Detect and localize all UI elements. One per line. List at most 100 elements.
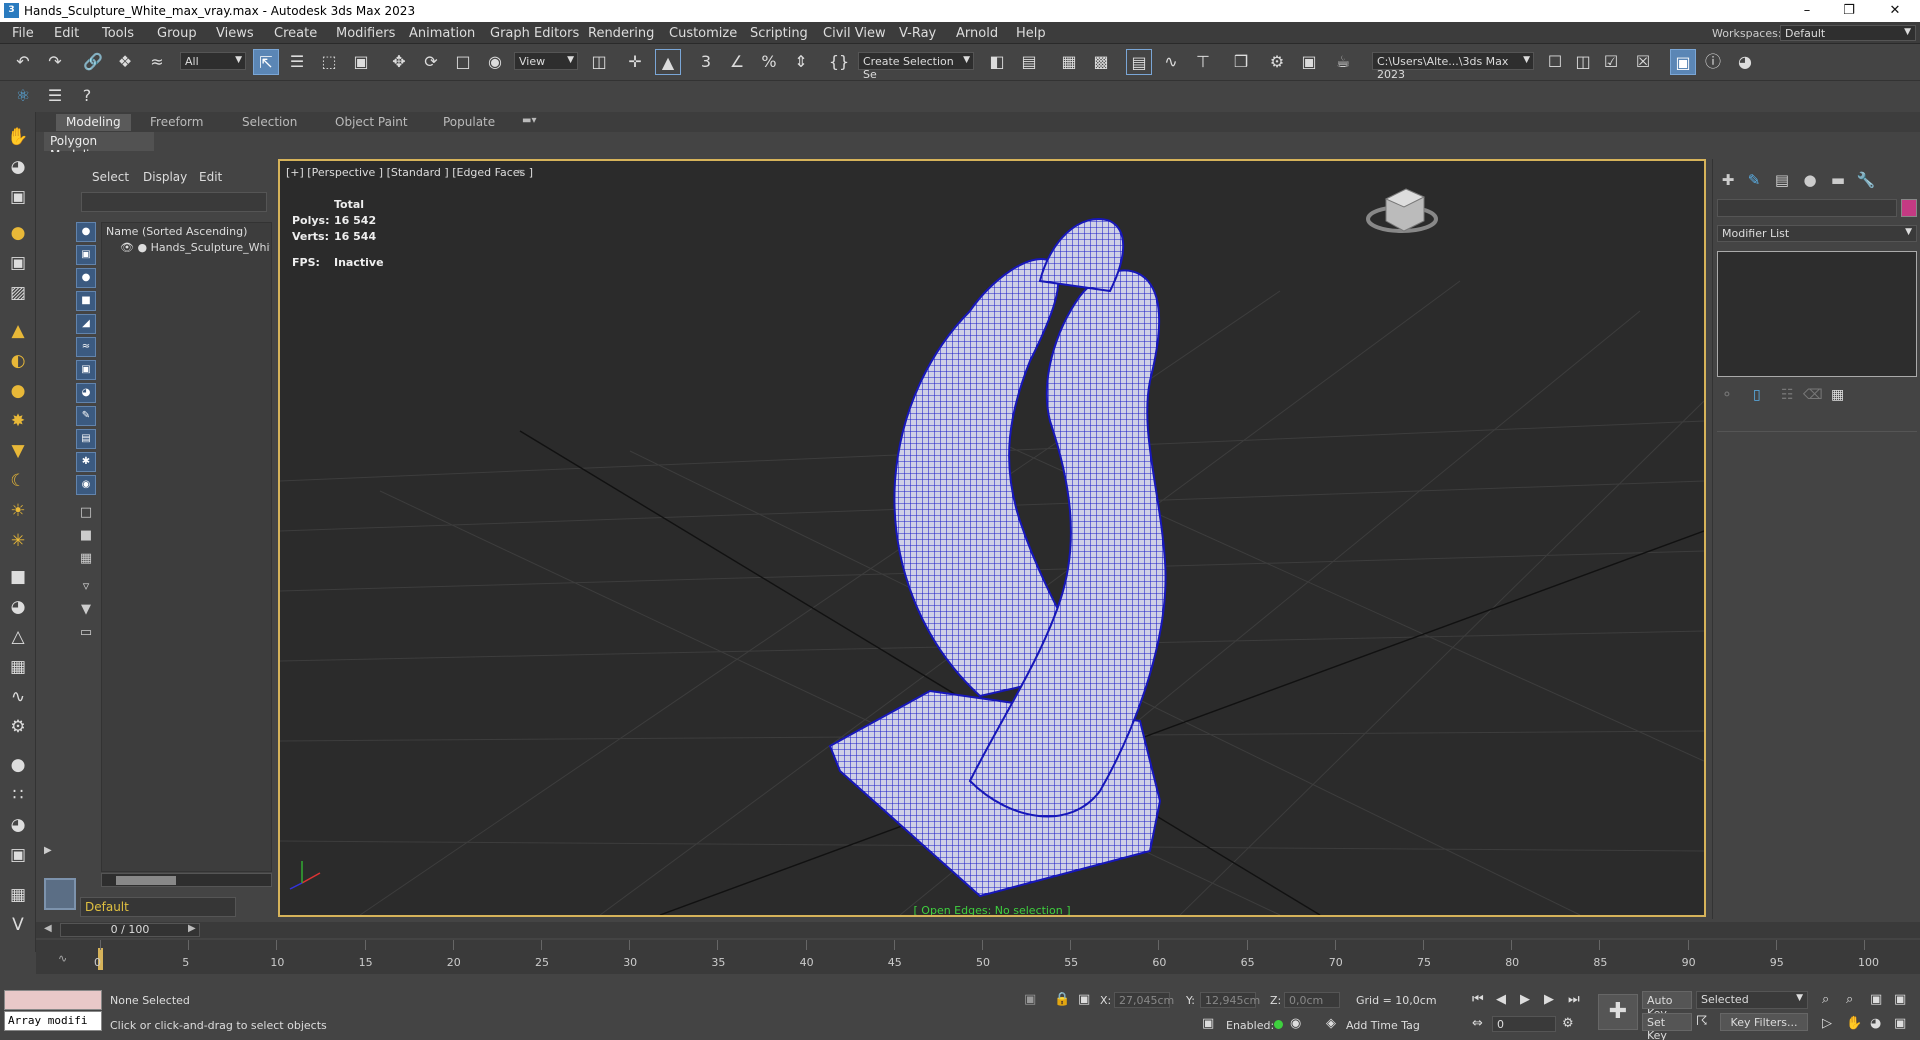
menu-group[interactable]: Group	[157, 26, 197, 41]
make-unique-icon[interactable]: ☷	[1781, 387, 1794, 403]
particles-icon[interactable]: ∷	[5, 782, 31, 808]
grass-icon[interactable]: ∿	[5, 684, 31, 710]
render-cam-icon[interactable]: ▨	[5, 280, 31, 306]
name-column-header[interactable]: Name (Sorted Ascending)	[106, 225, 247, 238]
menu-file[interactable]: File	[12, 26, 34, 41]
play-icon[interactable]: ▶	[1520, 992, 1530, 1007]
geometry-filter-icon[interactable]: ▣	[76, 245, 96, 265]
menu-graph-editors[interactable]: Graph Editors	[490, 26, 579, 41]
menu-create[interactable]: Create	[274, 26, 317, 41]
window-crossing-icon[interactable]: ▣	[348, 49, 374, 75]
layer-explorer-icon[interactable]: ▩	[1088, 49, 1114, 75]
pin-stack-icon[interactable]: ⚬	[1721, 387, 1733, 403]
scene-tree-icon[interactable]: ⚛	[10, 83, 36, 109]
hand-icon[interactable]: ✋	[5, 124, 31, 150]
zoom-all-icon[interactable]: ⌕	[1846, 992, 1853, 1007]
menu-edit[interactable]: Edit	[54, 26, 79, 41]
ribbon-polygon-modeling[interactable]: Polygon Modeling	[44, 132, 154, 162]
hierarchy-tab-icon[interactable]: ▤	[1771, 169, 1793, 191]
enabled-indicator[interactable]	[1274, 1020, 1283, 1029]
cameras-filter-icon[interactable]: ◢	[76, 314, 96, 334]
dome-icon[interactable]: ◐	[5, 348, 31, 374]
key-filters-icon[interactable]: ☈	[1696, 1014, 1708, 1029]
unlink-icon[interactable]: ❖	[112, 49, 138, 75]
pivot-center-icon[interactable]: ◫	[586, 49, 612, 75]
menu-scripting[interactable]: Scripting	[750, 26, 808, 41]
rendered-frame-window-icon[interactable]: ▣	[1296, 49, 1322, 75]
list-icon[interactable]: ☰	[42, 83, 68, 109]
scale-icon[interactable]: □	[450, 49, 476, 75]
remove-modifier-icon[interactable]: ⌫	[1803, 387, 1823, 403]
adaptive-degradation-icon[interactable]: ▣	[1202, 1016, 1214, 1031]
sphere-icon[interactable]: ●	[5, 378, 31, 404]
tab-object-paint[interactable]: Object Paint	[325, 114, 418, 131]
eye-icon[interactable]: 👁	[120, 241, 134, 254]
object-name-input[interactable]	[1717, 199, 1897, 217]
open-explorer-icon[interactable]: ☐	[1542, 49, 1568, 75]
track-bar[interactable]: ∿ 0 5 10 15 20 25 30 35 40 45 50 55 60 65 70 75 80 85 90 95…	[36, 940, 1920, 974]
render-production-icon[interactable]: ☕	[1330, 49, 1356, 75]
zoom-extents-icon[interactable]: ▣	[1870, 992, 1882, 1007]
select-object-icon[interactable]: ⇱	[253, 49, 279, 75]
next-frame-icon[interactable]: ▶	[1544, 992, 1554, 1007]
key-mode-icon[interactable]: ⇔	[1472, 1016, 1483, 1031]
project-path-dropdown[interactable]: C:\Users\Alte...\3ds Max 2023 ▼	[1372, 52, 1534, 81]
vray-icon[interactable]: V	[5, 912, 31, 938]
spinner-snap-icon[interactable]: ⇕	[788, 49, 814, 75]
menu-vray[interactable]: V-Ray	[899, 26, 936, 41]
hair-icon[interactable]: ⚙	[5, 714, 31, 740]
menu-civil-view[interactable]: Civil View	[823, 26, 886, 41]
current-frame-field[interactable]: 0	[1492, 1016, 1556, 1032]
redo-icon[interactable]: ↷	[42, 49, 68, 75]
tab-selection[interactable]: Selection	[232, 114, 307, 131]
rotate-icon[interactable]: ⟳	[418, 49, 444, 75]
collapse-arrow-icon[interactable]: ▶	[44, 845, 52, 856]
cube-icon[interactable]: ■	[5, 564, 31, 590]
zoom-extents-all-icon[interactable]: ▣	[1894, 992, 1906, 1007]
helpers-filter-icon[interactable]: ≈	[76, 337, 96, 357]
time-slider-thumb[interactable]: 0 / 100	[60, 923, 200, 937]
spot-icon[interactable]: ▼	[5, 438, 31, 464]
ribbon-toggle-icon[interactable]: ▤	[1126, 49, 1152, 75]
modifier-list-dropdown[interactable]: Modifier List ▼	[1717, 225, 1917, 242]
folder-icon[interactable]: ▭	[76, 624, 96, 644]
chat-icon[interactable]: ◕	[1732, 49, 1758, 75]
teapot-icon[interactable]: ◕	[5, 594, 31, 620]
menu-tools[interactable]: Tools	[102, 26, 134, 41]
x-coord-field[interactable]: 27,045cm	[1114, 992, 1174, 1008]
menu-customize[interactable]: Customize	[669, 26, 737, 41]
render-setup-icon[interactable]: ⚙	[1264, 49, 1290, 75]
explorer-search-input[interactable]	[81, 192, 267, 212]
shapes-filter-icon[interactable]: ●	[76, 268, 96, 288]
move-icon[interactable]: ✥	[386, 49, 412, 75]
maximize-viewport-icon[interactable]: ▣	[1894, 1016, 1906, 1031]
orbit-subobject-icon[interactable]: ◕	[1870, 1016, 1881, 1031]
menu-views[interactable]: Views	[216, 26, 254, 41]
key-filters-button[interactable]: Key Filters...	[1720, 1013, 1808, 1031]
selection-filter-dropdown[interactable]: All ▼	[180, 52, 246, 70]
frame-icon[interactable]: ▦	[5, 882, 31, 908]
shape-icon[interactable]: ✸	[5, 408, 31, 434]
tab-modeling[interactable]: Modeling	[56, 114, 131, 131]
explorer-tab-display[interactable]: Display	[143, 170, 187, 184]
doc-icon[interactable]: □	[76, 504, 96, 524]
previous-frame-icon[interactable]: ◀	[1496, 992, 1506, 1007]
workspace-select[interactable]: Default ▼	[1780, 25, 1916, 41]
angle-snap-icon[interactable]: ∠	[724, 49, 750, 75]
display-tab-icon[interactable]: ▬	[1827, 169, 1849, 191]
isolate-icon[interactable]: ▣	[1024, 992, 1036, 1007]
lights-filter-icon[interactable]: ■	[76, 291, 96, 311]
align-icon[interactable]: ▤	[1016, 49, 1042, 75]
named-selection-dropdown[interactable]: Create Selection Se ▼	[858, 52, 974, 81]
minimize-button[interactable]: –	[1784, 0, 1830, 22]
time-next-icon[interactable]: ▶	[188, 923, 196, 934]
project-icon[interactable]: ☑	[1598, 49, 1624, 75]
layer-field[interactable]: Default	[80, 897, 236, 917]
placement-icon[interactable]: ◉	[482, 49, 508, 75]
z-coord-field[interactable]: 0,0cm	[1284, 992, 1340, 1008]
keyboard-shortcut-override-icon[interactable]: ▲	[655, 49, 681, 75]
auto-key-button[interactable]: Auto Key	[1642, 991, 1692, 1020]
snaps-toggle-icon[interactable]: 3	[693, 49, 719, 75]
filter-icon[interactable]: ▼	[76, 601, 96, 621]
env-icon[interactable]: ▣	[5, 842, 31, 868]
